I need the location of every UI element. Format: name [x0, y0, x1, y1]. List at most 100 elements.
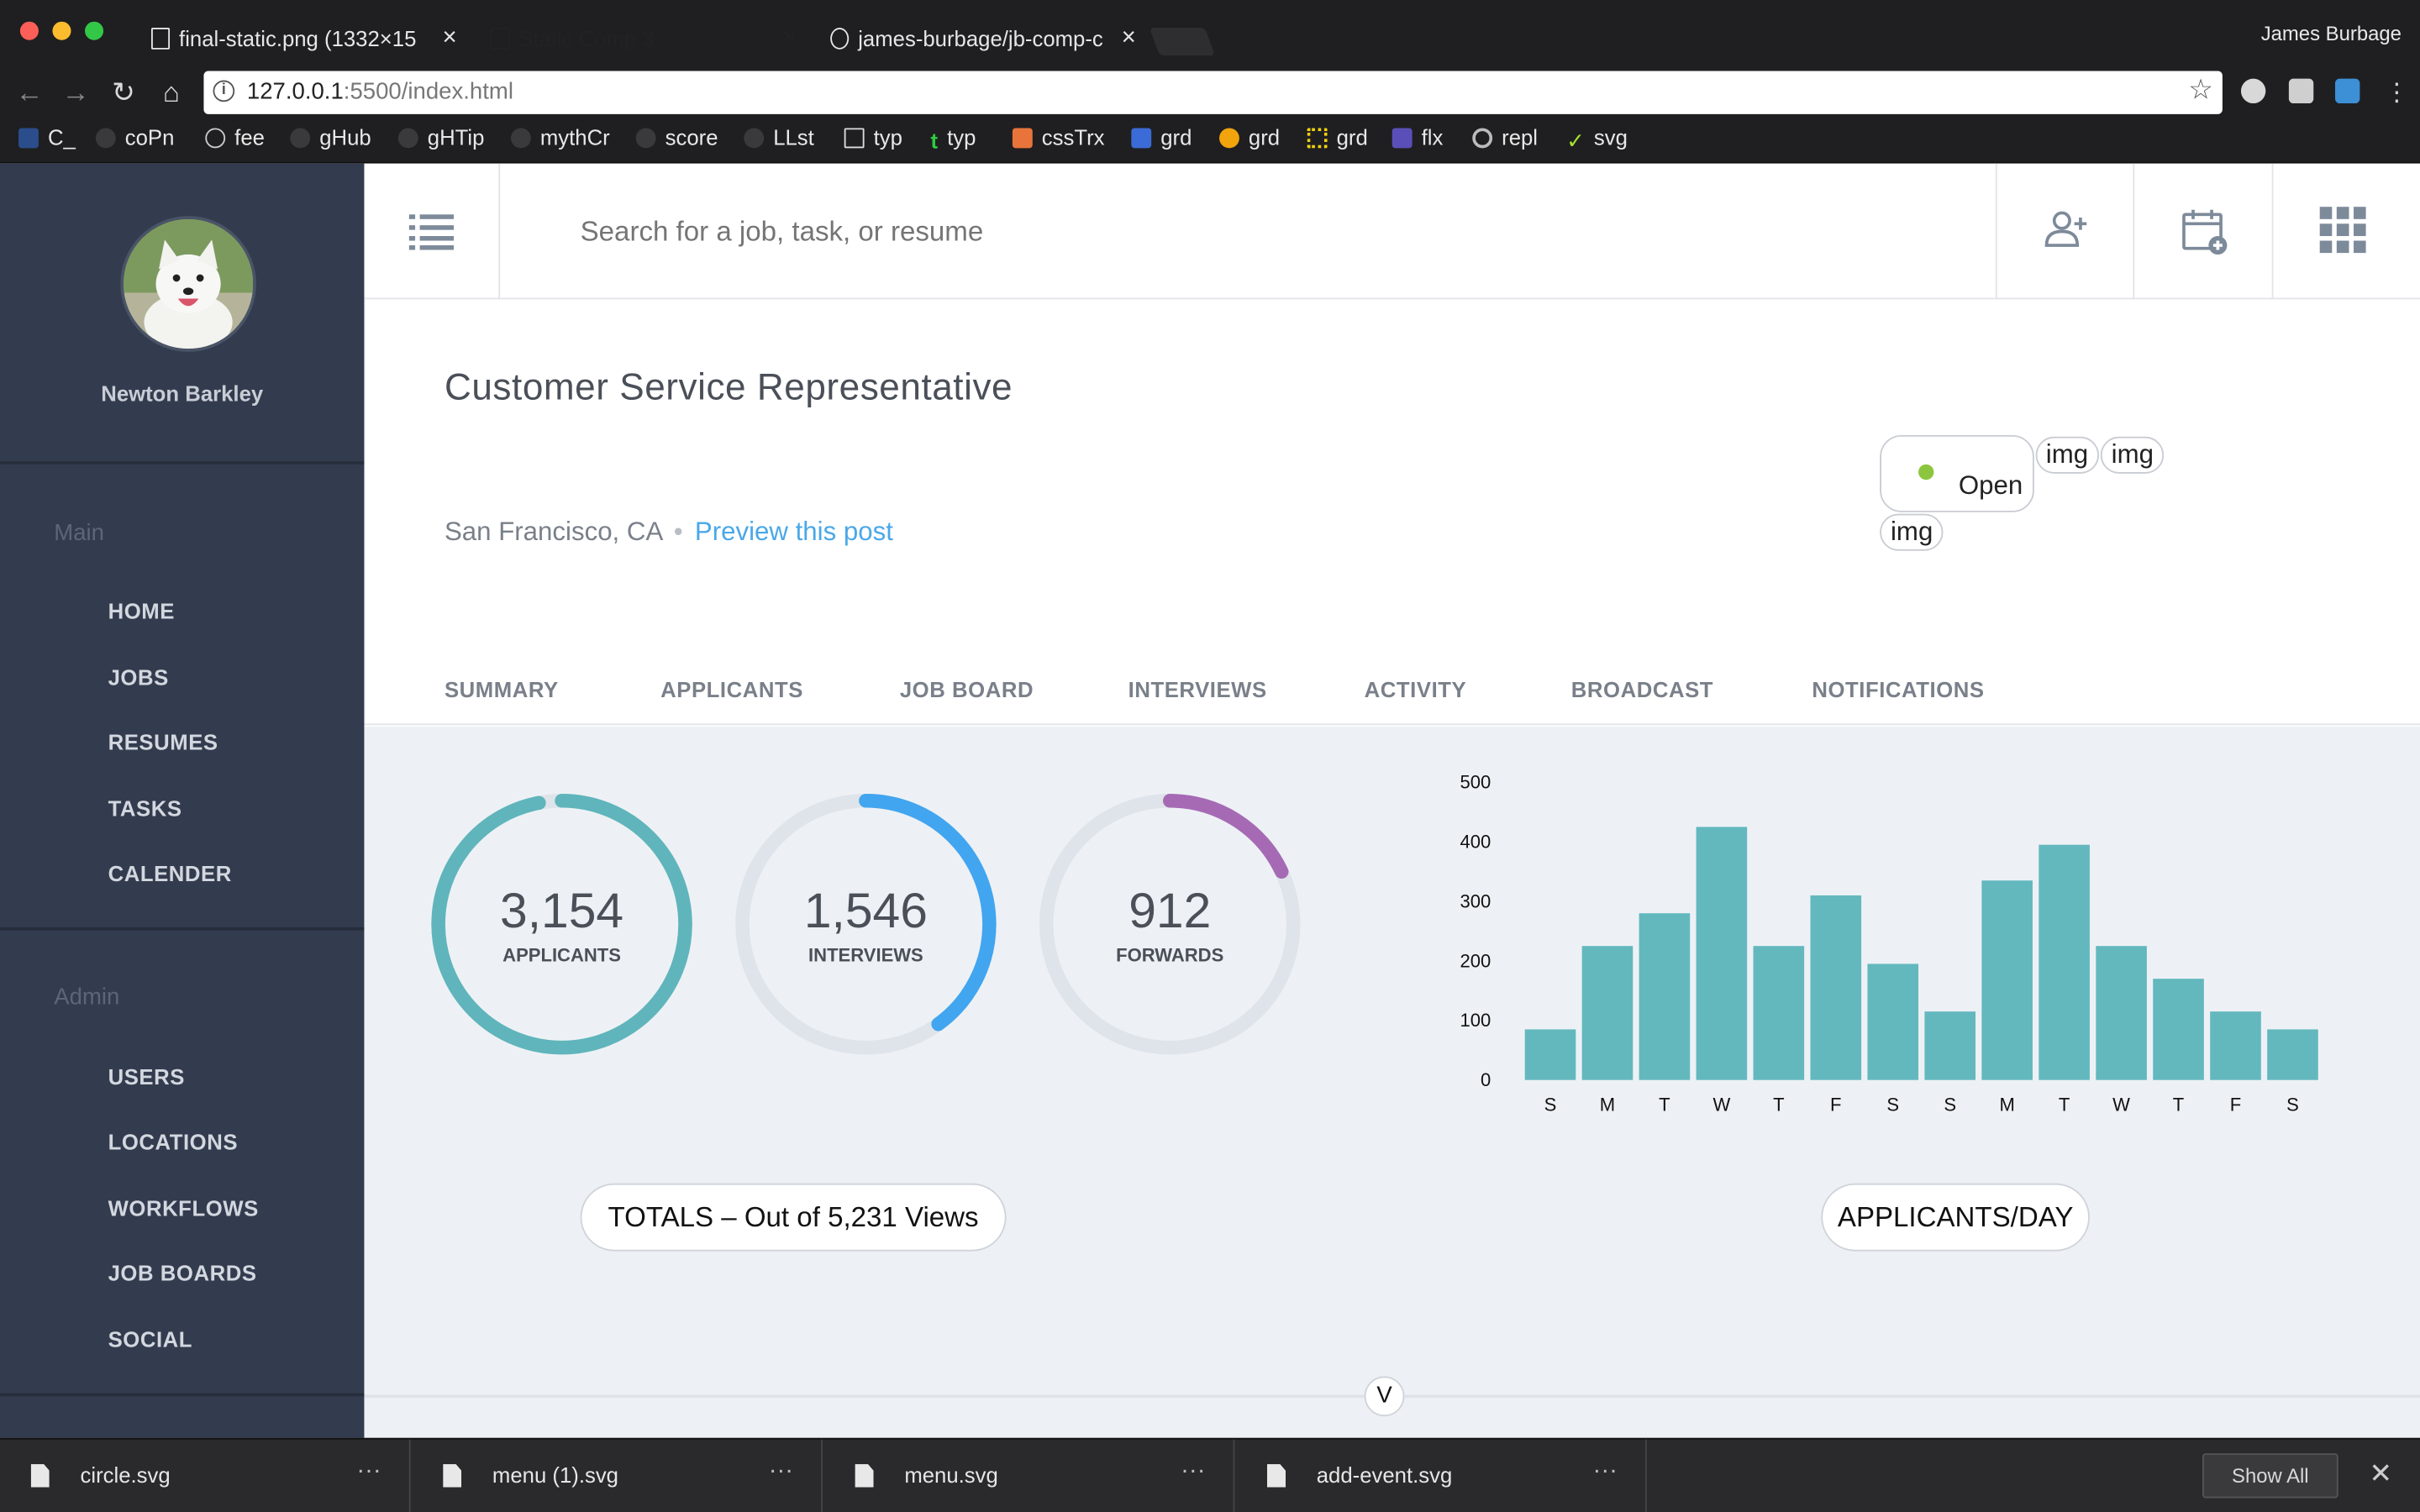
app-page: Newton Barkley Main HOME JOBS RESUMES TA…	[0, 163, 2420, 1438]
bookmark-star-icon[interactable]: ☆	[2188, 74, 2213, 107]
bookmark[interactable]: gHTip	[397, 125, 484, 150]
address-bar[interactable]: i 127.0.0.1:5500/index.html ☆	[203, 71, 2223, 114]
sidebar-item-home[interactable]: HOME	[108, 599, 175, 623]
browser-menu-icon[interactable]: ⋮	[2385, 77, 2409, 108]
sidebar-item-workflows[interactable]: WORKFLOWS	[108, 1195, 259, 1220]
close-tab-icon[interactable]: ×	[443, 13, 457, 65]
search-input[interactable]	[580, 216, 1939, 249]
bookmark[interactable]: typ	[844, 125, 902, 150]
close-tab-icon[interactable]: ×	[782, 13, 797, 65]
download-item[interactable]: add-event.svg ···	[1236, 1439, 1647, 1512]
bar	[2267, 1029, 2318, 1080]
tab-applicants[interactable]: APPLICANTS	[660, 677, 803, 701]
totals-pill[interactable]: TOTALS – Out of 5,231 Views	[580, 1183, 1007, 1252]
bookmark[interactable]: grd	[1131, 125, 1192, 150]
sidebar-heading-main: Main	[54, 519, 105, 547]
show-all-button[interactable]: Show All	[2202, 1453, 2338, 1499]
bookmark[interactable]: t typ	[931, 125, 976, 153]
download-filename: circle.svg	[80, 1462, 171, 1488]
bookmark[interactable]: LLst	[744, 125, 814, 150]
close-window-button[interactable]	[19, 21, 39, 40]
forward-icon[interactable]: →	[59, 77, 92, 110]
more-icon[interactable]: ···	[1593, 1458, 1618, 1486]
bookmark[interactable]: gHub	[290, 125, 371, 150]
browser-tab[interactable]: final-static.png (1332×15 ×	[133, 13, 472, 65]
sidebar-item-calender[interactable]: CALENDER	[108, 861, 232, 885]
status-label: Open	[1958, 470, 2023, 501]
minimize-window-button[interactable]	[52, 21, 71, 40]
bookmark[interactable]: grd	[1219, 125, 1280, 150]
tab-broadcast[interactable]: BROADCAST	[1571, 677, 1713, 701]
bookmark-label: coPn	[124, 124, 175, 150]
applicants-day-pill[interactable]: APPLICANTS/DAY	[1821, 1183, 2090, 1252]
tab-activity[interactable]: ACTIVITY	[1365, 677, 1467, 701]
info-icon[interactable]: i	[213, 80, 235, 102]
sidebar-item-tasks[interactable]: TASKS	[108, 796, 182, 821]
status-badge[interactable]: Open	[1880, 434, 2034, 512]
avatar[interactable]	[120, 216, 256, 352]
bookmark[interactable]: coPn	[95, 124, 175, 150]
sidebar-item-social[interactable]: SOCIAL	[108, 1327, 192, 1352]
sidebar-item-resumes[interactable]: RESUMES	[108, 730, 218, 754]
home-icon[interactable]: ⌂	[155, 77, 188, 110]
bookmark[interactable]: C_	[18, 125, 76, 150]
bookmark-label: svg	[1593, 124, 1628, 150]
sidebar-item-jobs[interactable]: JOBS	[108, 665, 169, 690]
browser-tab[interactable]: james-burbage/jb-comp-c ×	[812, 13, 1151, 65]
browser-tab-active[interactable]: Static Comp 3 ×	[472, 13, 812, 65]
x-tick-label: W	[1712, 1094, 1730, 1115]
extension-icon[interactable]	[2334, 78, 2360, 104]
tab-job-board[interactable]: JOB BOARD	[900, 677, 1034, 701]
file-icon	[30, 1464, 50, 1488]
x-tick-label: S	[2286, 1094, 2299, 1115]
bar	[1810, 895, 1862, 1080]
download-item[interactable]: menu (1).svg ···	[412, 1439, 823, 1512]
close-icon[interactable]: ✕	[2369, 1458, 2392, 1491]
bookmark[interactable]: flx	[1392, 125, 1443, 150]
add-event-button[interactable]	[2133, 163, 2270, 300]
extension-icon[interactable]	[2288, 78, 2314, 104]
sidebar-item-job-boards[interactable]: JOB BOARDS	[108, 1261, 257, 1285]
sidebar-item-users[interactable]: USERS	[108, 1064, 185, 1089]
sidebar-heading-admin: Admin	[54, 984, 120, 1011]
tab-notifications[interactable]: NOTIFICATIONS	[1812, 677, 1984, 701]
new-tab-button[interactable]	[1149, 28, 1216, 56]
y-tick-label: 300	[1460, 890, 1491, 911]
back-icon[interactable]: ←	[13, 77, 46, 110]
bookmark[interactable]: fee	[205, 125, 265, 150]
bookmark[interactable]: cssTrx	[1012, 125, 1105, 150]
download-item[interactable]: menu.svg ···	[824, 1439, 1235, 1512]
close-tab-icon[interactable]: ×	[1122, 13, 1136, 65]
apps-grid-button[interactable]	[2271, 163, 2409, 300]
more-icon[interactable]: ···	[769, 1458, 793, 1486]
reload-icon[interactable]: ↻	[107, 77, 140, 110]
browser-tab-title: james-burbage/jb-comp-c	[858, 26, 1103, 51]
menu-button[interactable]	[364, 163, 501, 300]
y-tick-label: 200	[1460, 950, 1491, 971]
job-tabs: SUMMARY APPLICANTS JOB BOARD INTERVIEWS …	[364, 657, 2420, 726]
profile-name[interactable]: James Burbage	[2261, 22, 2402, 45]
tab-summary[interactable]: SUMMARY	[445, 677, 559, 701]
download-item[interactable]: circle.svg ···	[0, 1439, 411, 1512]
add-user-button[interactable]	[1995, 163, 2133, 300]
bookmark[interactable]: ✓ svg	[1566, 124, 1628, 153]
more-icon[interactable]: ···	[356, 1458, 381, 1486]
download-filename: menu (1).svg	[492, 1462, 618, 1488]
bar	[2210, 1011, 2261, 1080]
bookmark[interactable]: grd	[1307, 125, 1368, 150]
bookmark[interactable]: mythCr	[510, 125, 610, 150]
sidebar-item-locations[interactable]: LOCATIONS	[108, 1129, 238, 1153]
bookmark[interactable]: repl	[1472, 125, 1538, 150]
url[interactable]: 127.0.0.1:5500/index.html	[247, 79, 513, 105]
bar	[1867, 963, 1919, 1080]
more-icon[interactable]: ···	[1181, 1458, 1205, 1486]
job-status-area: Openimg img img	[1880, 434, 2219, 551]
bar	[2039, 844, 2090, 1080]
tab-interviews[interactable]: INTERVIEWS	[1128, 677, 1267, 701]
x-tick-label: M	[1600, 1094, 1615, 1115]
extension-icon[interactable]	[2240, 78, 2266, 104]
scroll-down-button[interactable]: V	[1364, 1376, 1405, 1417]
zoom-window-button[interactable]	[85, 21, 104, 40]
bookmark[interactable]: score	[635, 125, 718, 150]
preview-post-link[interactable]: Preview this post	[695, 517, 893, 546]
